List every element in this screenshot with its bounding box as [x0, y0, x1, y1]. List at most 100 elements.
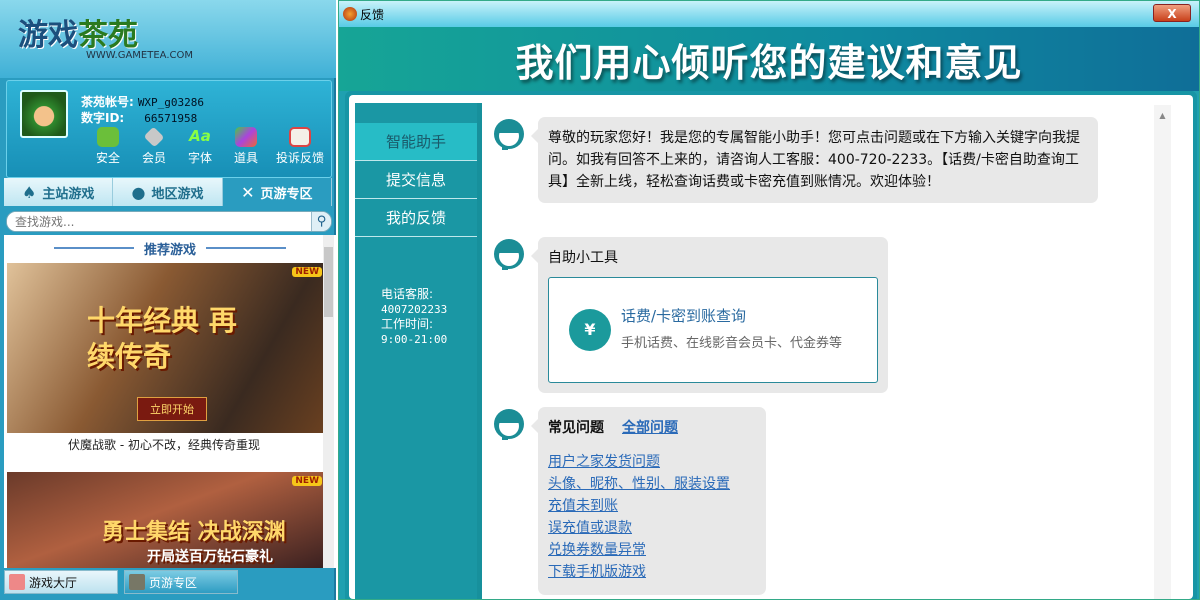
bottom-tabs: 游戏大厅 页游专区	[4, 568, 332, 596]
complaint-feedback-button[interactable]: 投诉反馈	[275, 127, 325, 166]
items-icon	[235, 127, 257, 147]
chat-area: 尊敬的玩家您好！我是您的专属智能小助手！您可点击问题或在下方输入关键字向我提问。…	[482, 105, 1158, 599]
id-label: 数字ID:	[81, 111, 125, 125]
user-panel: 茶苑帐号: WXP_g03286 数字ID: 66571958 安全 会员 Aa 字体…	[6, 80, 332, 178]
spade-icon: ♠	[21, 182, 37, 202]
tab-label: 主站游戏	[42, 186, 95, 202]
tab-label: 地区游戏	[151, 186, 204, 202]
sidebar-item-assistant[interactable]: 智能助手	[355, 123, 477, 161]
chat-scrollbar[interactable]: ▲	[1154, 105, 1171, 599]
new-badge: NEW	[292, 476, 322, 486]
title-bar[interactable]: 反馈	[339, 1, 1199, 27]
app-icon	[343, 7, 357, 21]
sidebar-item-submit[interactable]: 提交信息	[355, 161, 477, 199]
new-badge: NEW	[292, 267, 322, 277]
logo: 游戏茶苑 WWW.GAMETEA.COM	[0, 0, 336, 78]
game-banner-fumozhange[interactable]: 十年经典 再续传奇 立即开始 NEW	[7, 263, 324, 433]
game-lobby-panel: 游戏茶苑 WWW.GAMETEA.COM 茶苑帐号: WXP_g03286 数字I…	[0, 0, 336, 600]
account-label: 茶苑帐号:	[81, 95, 134, 109]
recharge-query-tool[interactable]: ¥ 话费/卡密到账查询手机话费、在线影音会员卡、代金券等	[548, 277, 878, 383]
lock-icon	[97, 127, 119, 147]
id-value: 66571958	[144, 112, 198, 125]
banner-art-text: 十年经典 再续传奇	[87, 304, 237, 373]
tools-message: 自助小工具 ¥ 话费/卡密到账查询手机话费、在线影音会员卡、代金券等	[492, 237, 888, 393]
contact-info: 电话客服: 4007202233 工作时间: 9:00-21:00	[381, 287, 447, 347]
account-row: 茶苑帐号: WXP_g03286	[81, 93, 204, 110]
divider	[53, 247, 134, 249]
divider	[206, 247, 286, 249]
hero-banner: 我们用心倾听您的建议和意见	[339, 27, 1199, 91]
agent-avatar-icon	[492, 407, 526, 441]
avatar[interactable]	[20, 90, 68, 138]
sidebar-item-my-feedback[interactable]: 我的反馈	[355, 199, 477, 237]
agent-avatar-icon	[492, 117, 526, 151]
game-banner-shenyuan[interactable]: 勇士集结 决战深渊 开局送百万钻石豪礼 NEW	[7, 472, 324, 568]
phone-label: 电话客服:	[381, 287, 434, 301]
font-button[interactable]: Aa 字体	[183, 127, 217, 166]
banner-art-subtext: 开局送百万钻石豪礼	[147, 549, 273, 565]
web-games-tab[interactable]: 页游专区	[124, 570, 238, 594]
hours-label: 工作时间:	[381, 317, 434, 331]
recommended-games: 推荐游戏 十年经典 再续传奇 立即开始 NEW 伏魔战歌 - 初心不改，经典传奇…	[4, 235, 336, 568]
tab-web-games[interactable]: ✕ 页游专区	[222, 178, 332, 206]
faq-bubble: 常见问题 全部问题 用户之家发货问题 头像、昵称、性别、服装设置 充值未到账 误充…	[531, 407, 766, 595]
close-button[interactable]: X	[1153, 4, 1191, 22]
faq-link[interactable]: 下载手机版游戏	[548, 561, 756, 583]
label: 投诉反馈	[275, 151, 324, 165]
agent-avatar-icon	[492, 237, 526, 271]
label: 会员	[141, 151, 166, 165]
account-value: WXP_g03286	[137, 96, 205, 109]
logo-text-b: 茶苑	[78, 18, 138, 53]
castle-icon	[129, 574, 145, 590]
notebook-icon	[289, 127, 311, 147]
swords-icon: ✕	[241, 182, 255, 202]
faq-link[interactable]: 兑换券数量异常	[548, 539, 756, 561]
phone-number: 4007202233	[381, 303, 448, 316]
font-icon: Aa	[189, 127, 211, 145]
section-title: 推荐游戏	[143, 242, 196, 258]
hours-value: 9:00-21:00	[381, 333, 448, 346]
scroll-up-icon[interactable]: ▲	[1154, 105, 1171, 120]
feedback-window: 反馈 X 我们用心倾听您的建议和意见 智能助手 提交信息 我的反馈 电话客服: …	[338, 0, 1200, 600]
tab-label: 页游专区	[260, 186, 313, 202]
tab-main-games[interactable]: ♠ 主站游戏	[4, 178, 114, 206]
game-tabs: ♠ 主站游戏 ● 地区游戏 ✕ 页游专区	[4, 178, 332, 206]
tool-title: 话费/卡密到账查询	[621, 307, 747, 325]
faq-link[interactable]: 用户之家发货问题	[548, 451, 756, 473]
sidebar-nav: 智能助手 提交信息 我的反馈 电话客服: 4007202233 工作时间: 9:…	[355, 103, 477, 599]
section-header: 推荐游戏	[4, 235, 336, 261]
tab-regional-games[interactable]: ● 地区游戏	[113, 178, 223, 206]
security-button[interactable]: 安全	[91, 127, 125, 166]
faq-message: 常见问题 全部问题 用户之家发货问题 头像、昵称、性别、服装设置 充值未到账 误充…	[492, 407, 766, 595]
yuan-receipt-icon: ¥	[569, 309, 611, 351]
label: 安全	[95, 151, 120, 165]
logo-text: 游戏	[18, 18, 78, 53]
tool-subtitle: 手机话费、在线影音会员卡、代金券等	[621, 336, 843, 351]
faq-link[interactable]: 误充值或退款	[548, 517, 756, 539]
window-title: 反馈	[360, 7, 385, 22]
faq-link[interactable]: 头像、昵称、性别、服装设置	[548, 473, 756, 495]
label: 游戏大厅	[29, 575, 78, 590]
scroll-thumb[interactable]	[324, 247, 333, 317]
search-icon[interactable]: ⚲	[311, 212, 331, 231]
house-icon	[9, 574, 25, 590]
start-button[interactable]: 立即开始	[137, 397, 207, 421]
faq-link[interactable]: 充值未到账	[548, 495, 756, 517]
logo-url: WWW.GAMETEA.COM	[86, 50, 193, 61]
message-text: 尊敬的玩家您好！我是您的专属智能小助手！您可点击问题或在下方输入关键字向我提问。…	[531, 117, 1098, 203]
faq-title: 常见问题	[548, 420, 604, 436]
scrollbar[interactable]	[323, 235, 334, 568]
vip-button[interactable]: 会员	[137, 126, 171, 166]
banner-art-text: 勇士集结 决战深渊	[102, 520, 286, 545]
label: 道具	[233, 151, 258, 165]
label: 字体	[187, 151, 212, 165]
welcome-message: 尊敬的玩家您好！我是您的专属智能小助手！您可点击问题或在下方输入关键字向我提问。…	[492, 117, 1098, 203]
id-row: 数字ID: 66571958	[81, 109, 197, 126]
game-caption[interactable]: 伏魔战歌 - 初心不改，经典传奇重现	[4, 436, 324, 453]
items-button[interactable]: 道具	[229, 127, 263, 166]
tools-title: 自助小工具	[548, 250, 618, 266]
game-search: ⚲	[6, 211, 332, 232]
game-hall-tab[interactable]: 游戏大厅	[4, 570, 118, 594]
search-input[interactable]	[7, 212, 307, 231]
all-questions-link[interactable]: 全部问题	[622, 417, 678, 439]
